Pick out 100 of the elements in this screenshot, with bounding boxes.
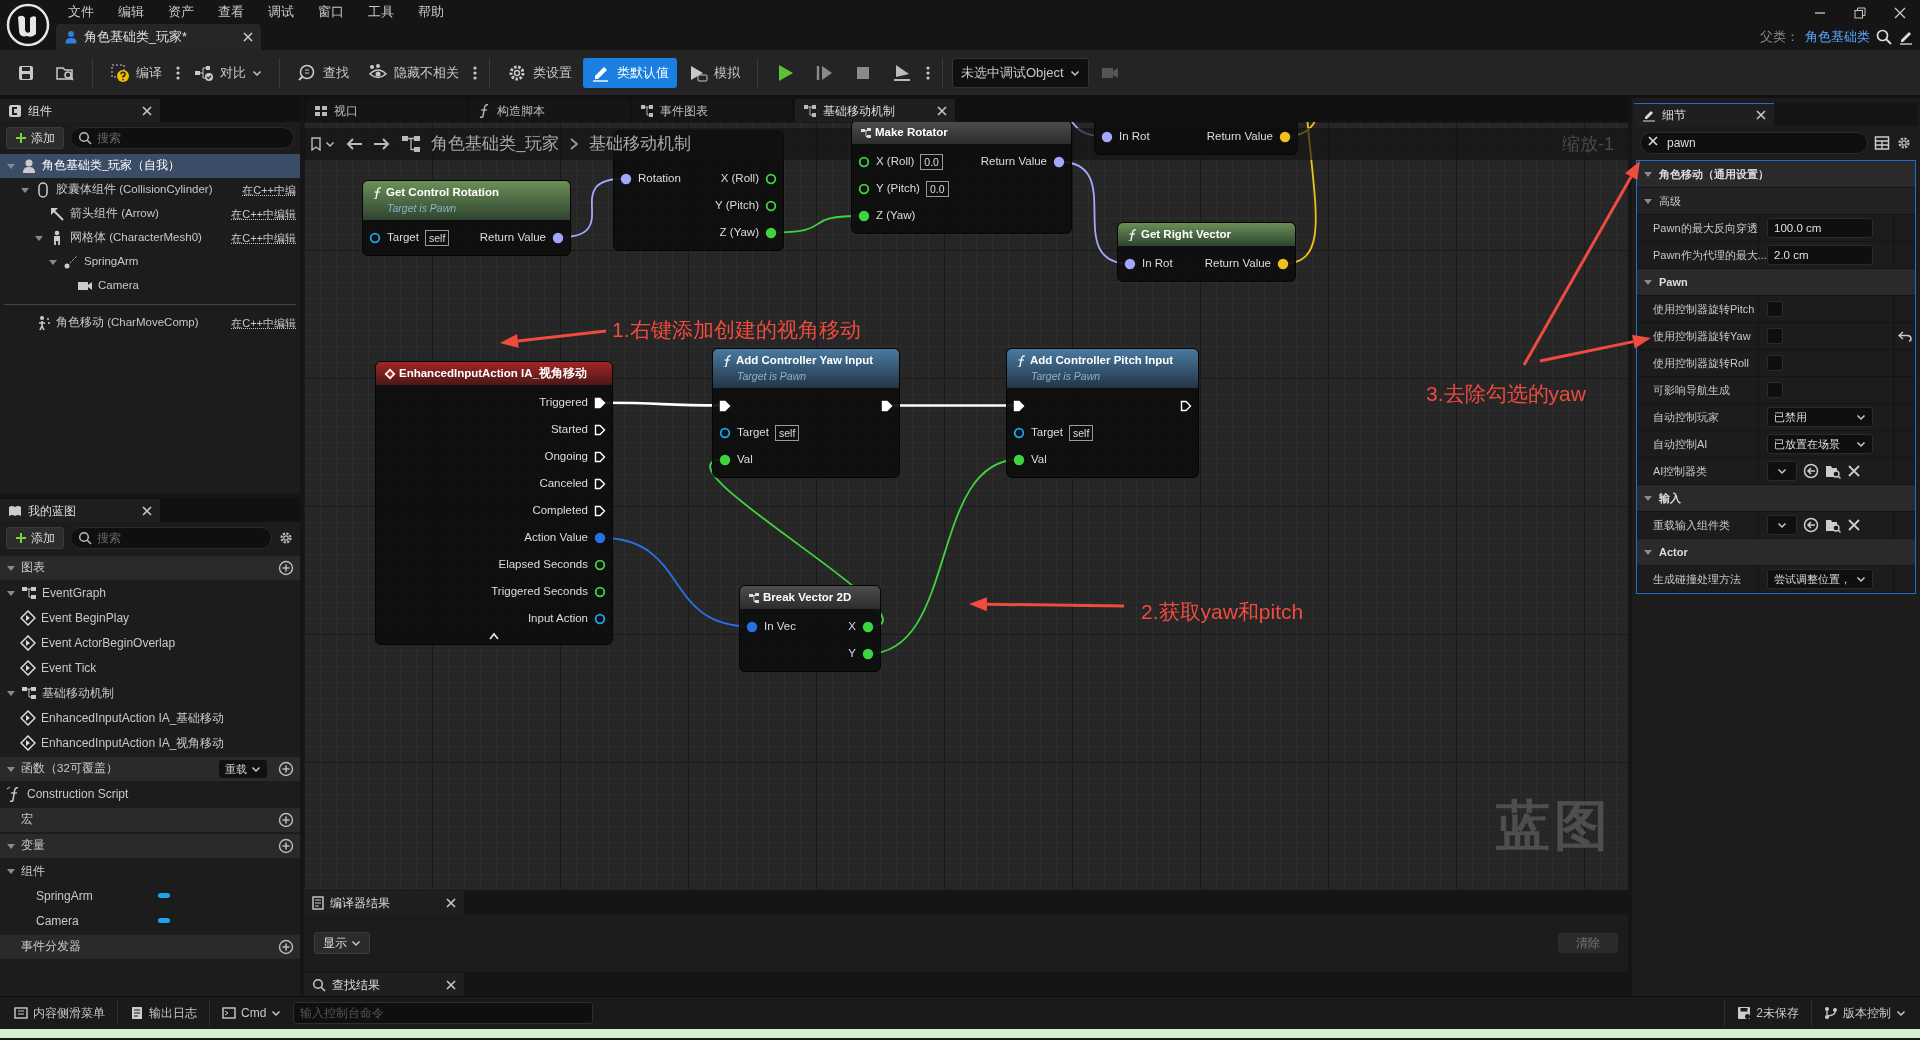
pin-icon[interactable]	[1277, 257, 1289, 270]
tree-item[interactable]: Event Tick	[0, 655, 300, 680]
section-header[interactable]: 宏	[0, 808, 300, 832]
disclosure-triangle-icon[interactable]	[6, 161, 16, 171]
pin-icon[interactable]	[765, 226, 777, 239]
table-icon[interactable]	[1874, 135, 1890, 151]
cmd-dropdown[interactable]: Cmd	[214, 1000, 290, 1026]
tree-item[interactable]: Event BeginPlay	[0, 605, 300, 630]
pin-icon[interactable]	[594, 612, 606, 625]
add-button[interactable]: 添加	[6, 127, 64, 149]
category-header[interactable]: 高级	[1637, 188, 1915, 215]
menu-item[interactable]: 编辑	[106, 2, 156, 22]
close-icon[interactable]	[142, 505, 152, 516]
pin-icon[interactable]	[765, 199, 777, 212]
pin-icon[interactable]	[765, 172, 777, 185]
default-value-field[interactable]: 0.0	[920, 153, 943, 170]
close-icon[interactable]	[1756, 110, 1766, 120]
pin-icon[interactable]	[862, 647, 874, 660]
menu-item[interactable]: 文件	[56, 2, 106, 22]
restore-icon[interactable]	[1854, 6, 1866, 19]
number-field[interactable]: 100.0 cm	[1767, 218, 1873, 238]
tree-item[interactable]: 角色基础类_玩家（自我）	[0, 154, 300, 178]
panel-tab[interactable]: 我的蓝图	[0, 499, 160, 522]
add-icon[interactable]	[278, 939, 294, 955]
close-icon[interactable]	[446, 979, 456, 990]
bookmark-icon[interactable]	[310, 137, 322, 151]
pencil-icon[interactable]	[1898, 29, 1914, 45]
add-button[interactable]: 添加	[6, 527, 64, 549]
close-icon[interactable]	[446, 897, 456, 908]
panel-tab[interactable]: 组件	[0, 99, 160, 122]
category-header[interactable]: 角色移动（通用设置）	[1637, 161, 1915, 188]
use-selected-icon[interactable]	[1803, 463, 1819, 479]
disclosure-triangle-icon[interactable]	[1643, 277, 1653, 287]
search-field[interactable]: pawn	[1640, 132, 1868, 154]
close-icon[interactable]	[243, 32, 253, 42]
close-icon[interactable]	[1847, 518, 1861, 532]
section-header[interactable]: 事件分发器	[0, 935, 300, 959]
breadcrumb-item[interactable]: 基础移动机制	[589, 131, 692, 157]
section-header[interactable]: 变量	[0, 834, 300, 858]
pin-icon[interactable]	[552, 231, 564, 244]
disclosure-triangle-icon[interactable]	[20, 185, 30, 195]
graph-tab[interactable]: 基础移动机制	[795, 99, 955, 122]
pin-icon[interactable]	[1124, 257, 1136, 270]
disclosure-triangle-icon[interactable]	[1643, 169, 1653, 179]
search-field[interactable]: 搜索	[70, 127, 294, 149]
graph-tab[interactable]: 视口	[306, 99, 466, 122]
exec-pin-icon[interactable]	[881, 399, 893, 412]
tree-item[interactable]: 角色移动 (CharMoveComp) 在C++中编辑	[0, 311, 300, 335]
pin-icon[interactable]	[1053, 155, 1065, 168]
panel-tab[interactable]: 编译器结果	[304, 891, 464, 914]
close-icon[interactable]	[1894, 6, 1906, 19]
folder-search-icon[interactable]	[1825, 517, 1841, 533]
dropdown[interactable]: 已禁用	[1767, 407, 1873, 427]
pin-icon[interactable]	[862, 620, 874, 633]
dropdown[interactable]: 尝试调整位置，	[1767, 569, 1873, 589]
pin-icon[interactable]	[858, 182, 870, 195]
tree-item[interactable]: Camera	[0, 908, 300, 933]
toolbar-button[interactable]: 隐藏不相关	[360, 57, 467, 88]
unsaved-button[interactable]: 2未保存	[1729, 1000, 1807, 1026]
toolbar-button[interactable]: 类设置	[499, 57, 580, 88]
search-icon[interactable]	[1876, 29, 1892, 45]
disclosure-triangle-icon[interactable]	[1643, 196, 1653, 206]
panel-tab[interactable]: 细节	[1634, 103, 1774, 126]
close-icon[interactable]	[1648, 136, 1658, 146]
document-tab[interactable]: 角色基础类_玩家*	[56, 24, 261, 50]
parent-class-link[interactable]: 角色基础类	[1805, 27, 1870, 47]
class-dropdown[interactable]	[1767, 515, 1797, 535]
exec-pin-icon[interactable]	[719, 399, 731, 412]
add-icon[interactable]	[278, 812, 294, 828]
pin-icon[interactable]	[1013, 453, 1025, 466]
category-header[interactable]: 输入	[1637, 485, 1915, 512]
search-field[interactable]: 搜索	[70, 527, 272, 549]
disclosure-triangle-icon[interactable]	[34, 233, 44, 243]
add-icon[interactable]	[278, 838, 294, 854]
pin-icon[interactable]	[719, 426, 731, 439]
exec-pin-icon[interactable]	[594, 396, 606, 409]
add-icon[interactable]	[278, 560, 294, 576]
exec-pin-icon[interactable]	[594, 450, 606, 463]
tree-item[interactable]: EnhancedInputAction IA_基础移动	[0, 705, 300, 730]
toolbar-button[interactable]: 编译	[102, 57, 170, 88]
exec-pin-icon[interactable]	[1013, 399, 1025, 412]
pin-icon[interactable]	[1013, 426, 1025, 439]
disclosure-triangle-icon[interactable]	[1643, 547, 1653, 557]
settings-icon[interactable]	[278, 530, 294, 546]
dropdown[interactable]: 已放置在场景	[1767, 434, 1873, 454]
pin-icon[interactable]	[369, 231, 381, 244]
tree-item[interactable]: 胶囊体组件 (CollisionCylinder) 在C++中编	[0, 178, 300, 202]
default-value-field[interactable]: self	[1068, 424, 1094, 441]
pin-icon[interactable]	[719, 453, 731, 466]
exec-pin-icon[interactable]	[594, 477, 606, 490]
pin-icon[interactable]	[594, 558, 606, 571]
checkbox[interactable]	[1767, 301, 1783, 317]
pin-icon[interactable]	[858, 209, 870, 222]
disclosure-triangle-icon[interactable]	[6, 841, 16, 851]
toolbar-button[interactable]: 查找	[289, 57, 357, 88]
menu-item[interactable]: 资产	[156, 2, 206, 22]
tree-item[interactable]: 组件	[0, 858, 300, 883]
edit-in-cpp-link[interactable]: 在C++中编辑	[231, 205, 296, 223]
breadcrumb-item[interactable]: 角色基础类_玩家	[431, 131, 560, 157]
exec-pin-icon[interactable]	[1180, 399, 1192, 412]
